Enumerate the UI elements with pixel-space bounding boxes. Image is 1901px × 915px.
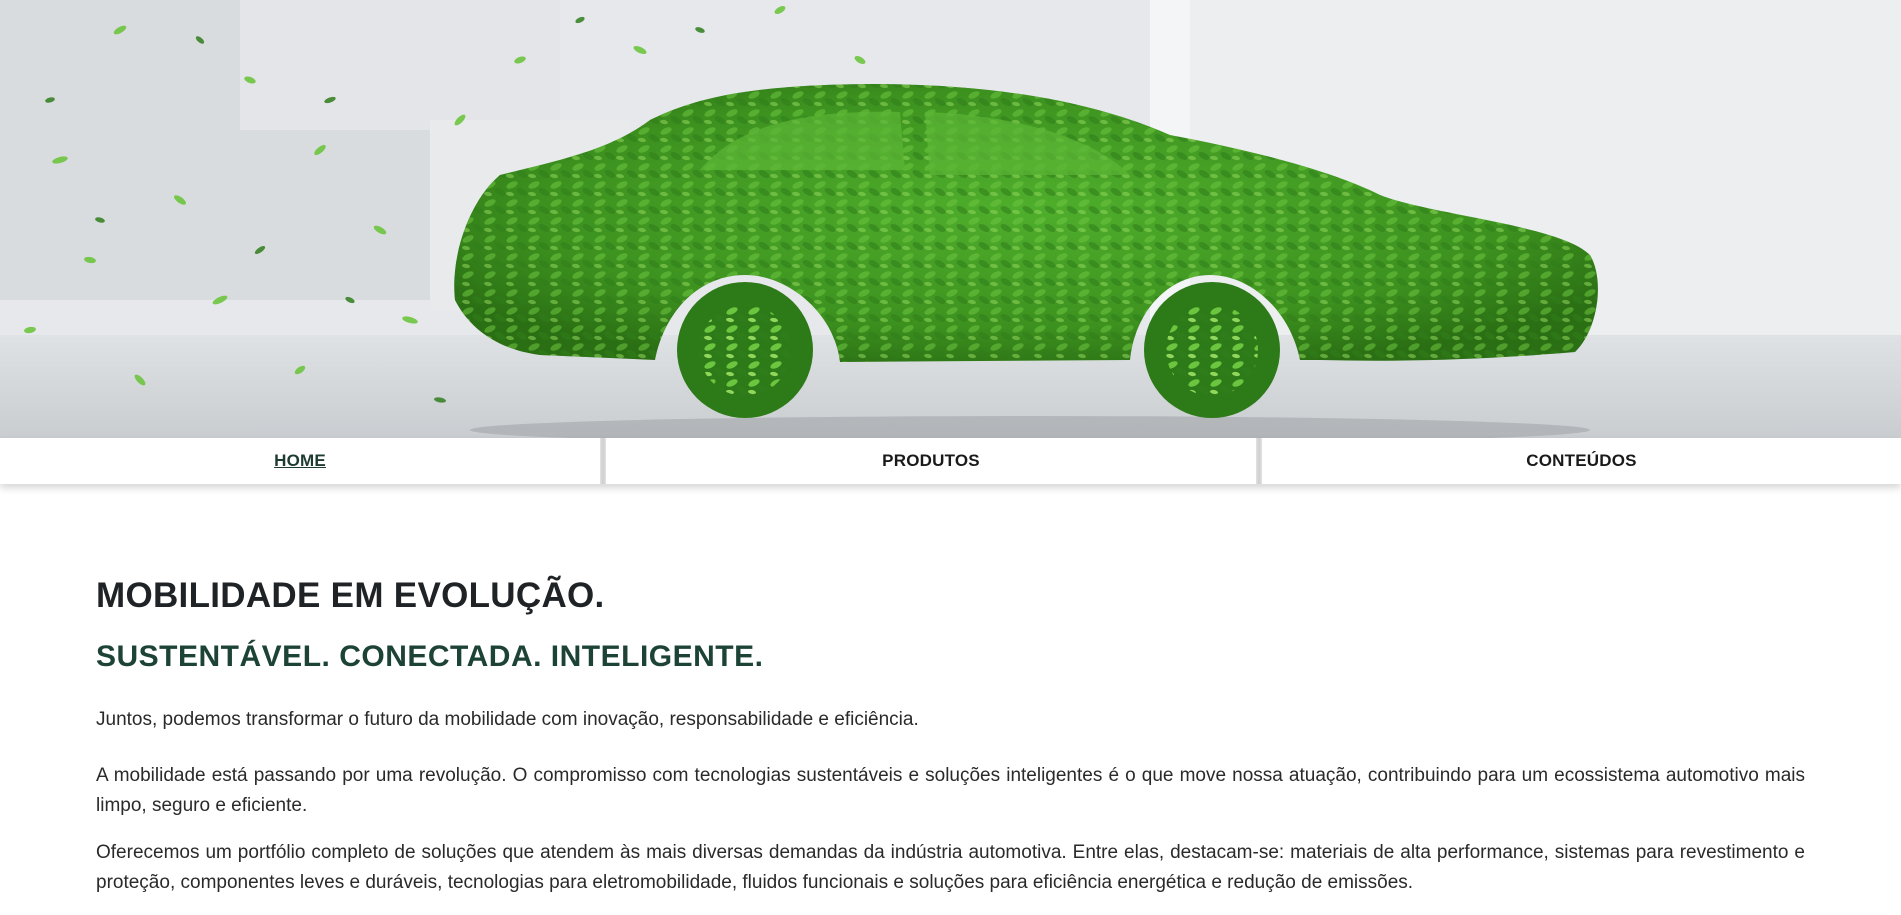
nav-produtos[interactable]: PRODUTOS — [606, 438, 1256, 484]
lead-paragraph: Juntos, podemos transformar o futuro da … — [96, 709, 919, 730]
body-paragraph: A mobilidade está passando por uma revol… — [96, 765, 1805, 816]
main-content: MOBILIDADE EM EVOLUÇÃO. SUSTENTÁVEL. CON… — [0, 484, 1901, 898]
green-leaf-car-image — [0, 0, 1901, 438]
nav-home[interactable]: HOME — [0, 438, 600, 484]
nav-conteudos[interactable]: CONTEÚDOS — [1262, 438, 1901, 484]
main-nav: HOME PRODUTOS CONTEÚDOS — [0, 438, 1901, 484]
page-title: MOBILIDADE EM EVOLUÇÃO. — [96, 576, 605, 615]
hero-banner — [0, 0, 1901, 438]
body-paragraph: Oferecemos um portfólio completo de solu… — [96, 842, 1805, 893]
page-subtitle: SUSTENTÁVEL. CONECTADA. INTELIGENTE. — [96, 640, 764, 673]
